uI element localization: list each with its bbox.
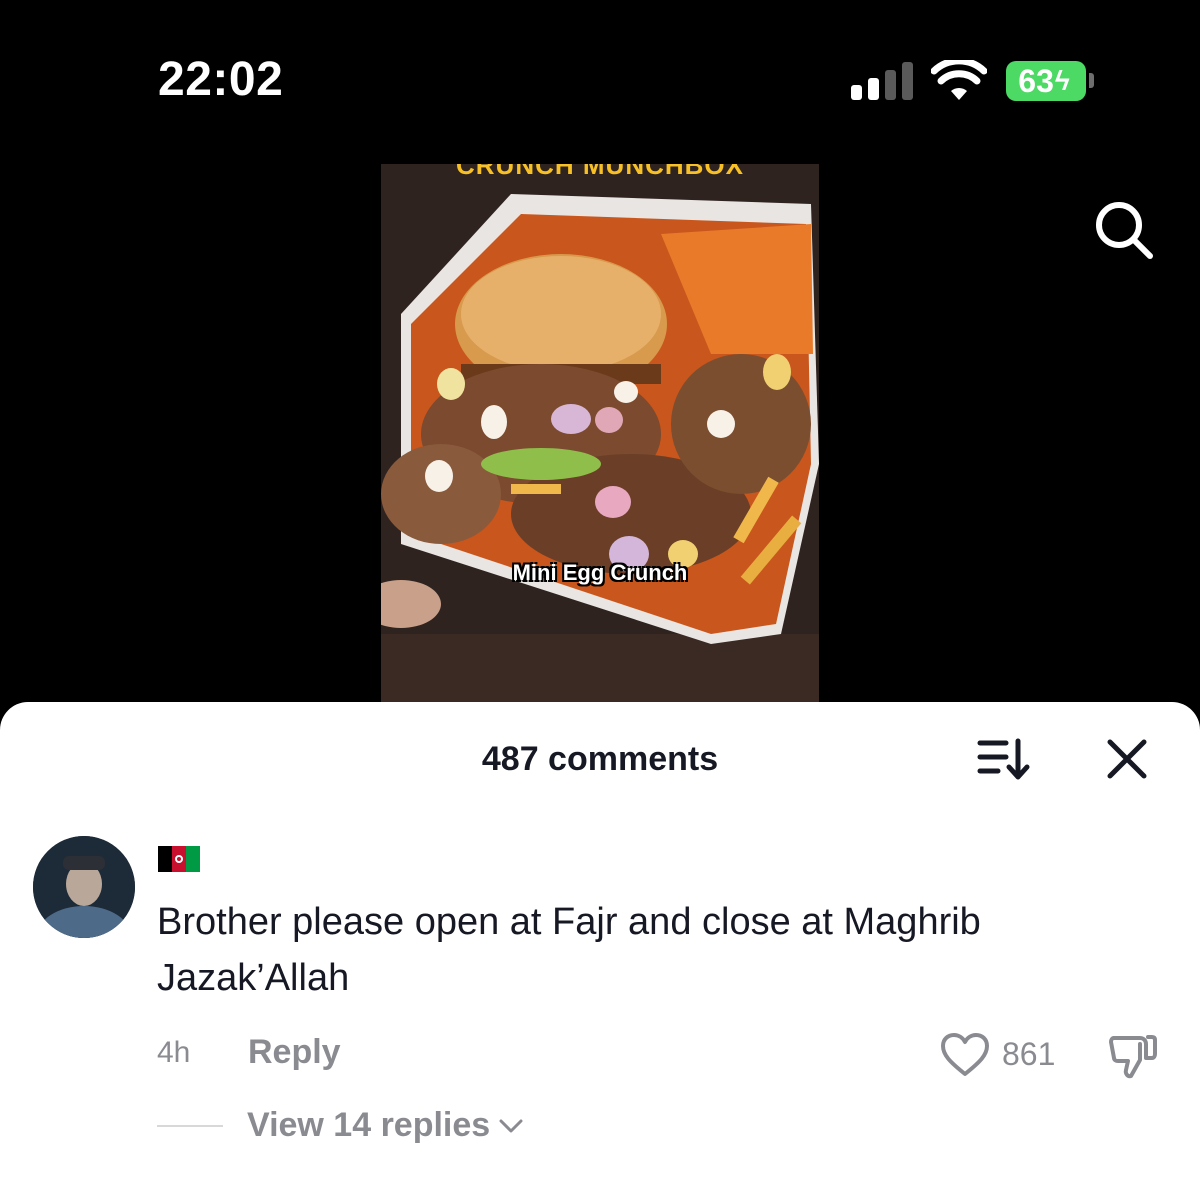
reply-button[interactable]: Reply [248,1033,341,1072]
view-replies-label: View 14 replies [247,1106,491,1144]
battery-indicator: 63 ϟ [1006,61,1086,101]
avatar[interactable] [33,836,135,938]
view-replies-button[interactable]: View 14 replies [247,1106,524,1145]
search-icon[interactable] [1090,196,1156,262]
battery-level: 63 [1018,62,1054,99]
video-player[interactable]: CRUNCH MUNCHBOX Mini Egg Crunch [381,164,819,704]
dislike-icon[interactable] [1108,1032,1158,1080]
replies-divider [157,1125,223,1127]
video-title: CRUNCH MUNCHBOX [456,164,744,180]
close-icon[interactable] [1106,738,1148,780]
comment-timestamp: 4h [157,1036,191,1069]
heart-icon[interactable] [940,1032,990,1078]
comment-text: Brother please open at Fajr and close at… [157,901,981,999]
charging-bolt-icon: ϟ [1054,65,1070,96]
afghanistan-flag-icon[interactable] [158,846,200,872]
cellular-signal-icon [851,62,913,100]
like-count: 861 [1002,1036,1056,1072]
wifi-icon [931,60,987,100]
chevron-down-icon [499,1119,523,1132]
video-caption: Mini Egg Crunch [512,560,688,585]
food-box-image [381,164,819,704]
sort-icon[interactable] [976,736,1032,782]
comments-sheet: 487 comments Brother please open at Fajr… [0,702,1200,1194]
battery-cap [1089,73,1094,88]
status-time: 22:02 [158,53,284,106]
